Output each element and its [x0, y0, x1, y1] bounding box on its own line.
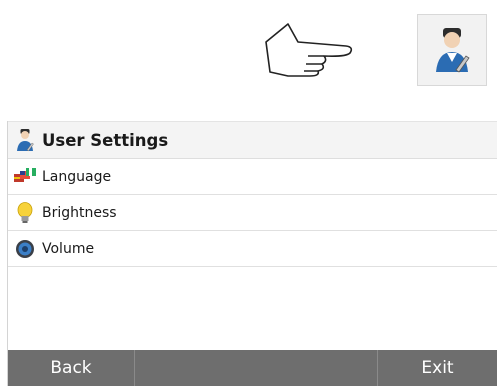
menu-item-language[interactable]: Language — [8, 159, 497, 195]
flags-icon — [14, 166, 36, 188]
menu-item-label: Volume — [42, 240, 95, 257]
panel-title: User Settings — [42, 130, 169, 150]
speaker-icon — [14, 238, 36, 260]
lightbulb-icon — [14, 201, 36, 224]
footer-bar: Back Exit — [8, 350, 497, 386]
menu-item-brightness[interactable]: Brightness — [8, 195, 497, 231]
back-button[interactable]: Back — [8, 350, 135, 386]
menu-item-label: Language — [42, 168, 112, 185]
footer-spacer — [135, 350, 378, 386]
menu-item-label: Brightness — [42, 204, 117, 221]
user-settings-icon — [436, 28, 470, 73]
exit-button[interactable]: Exit — [378, 350, 497, 386]
pointing-hand-icon — [265, 23, 353, 77]
user-settings-icon — [17, 129, 34, 152]
user-settings-button[interactable] — [417, 14, 487, 86]
menu-item-volume[interactable]: Volume — [8, 231, 497, 267]
panel-header: User Settings — [8, 121, 497, 159]
settings-panel: User Settings Language Brightness Volume… — [7, 121, 497, 386]
